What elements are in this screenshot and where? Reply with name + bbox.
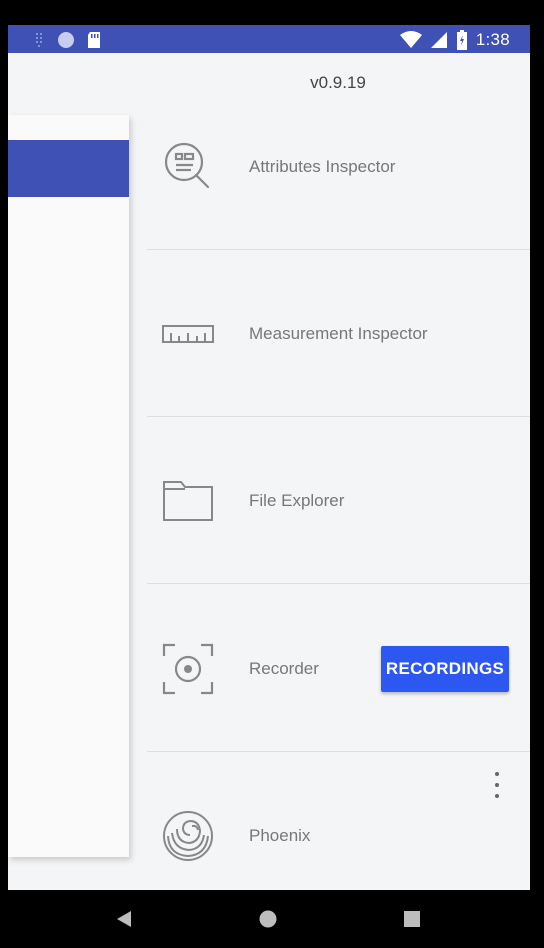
phoenix-icon: [161, 809, 215, 863]
record-icon: [161, 642, 215, 696]
menu-item-label: File Explorer: [249, 490, 345, 510]
back-icon[interactable]: [116, 910, 132, 928]
notification-dots-icon: [36, 33, 42, 47]
ruler-icon: [161, 307, 215, 361]
menu-item-measurement-inspector[interactable]: Measurement Inspector: [147, 250, 530, 417]
battery-icon: [456, 30, 467, 50]
circle-icon: [58, 32, 74, 48]
menu-item-label: Phoenix: [249, 825, 311, 845]
menu-item-file-explorer[interactable]: File Explorer: [147, 417, 530, 584]
menu-item-attributes-inspector[interactable]: Attributes Inspector: [147, 83, 530, 250]
selected-item-highlight[interactable]: [8, 140, 129, 197]
more-options-icon[interactable]: [487, 772, 507, 798]
menu-item-phoenix[interactable]: Phoenix: [147, 752, 530, 890]
cell-signal-icon: [430, 32, 447, 48]
status-time: 1:38: [475, 30, 510, 49]
menu-item-label: Recorder: [249, 658, 319, 678]
navigation-bar: [0, 890, 544, 948]
divider: [147, 583, 530, 584]
attributes-inspector-icon: [161, 140, 215, 194]
app-screen: 1:38 v0.9.19 Attributes Inspector Measur…: [8, 25, 530, 890]
menu-item-label: Measurement Inspector: [249, 323, 428, 343]
wifi-icon: [399, 31, 422, 48]
menu-item-label: Attributes Inspector: [249, 156, 396, 176]
sd-card-icon: [88, 32, 100, 48]
folder-icon: [161, 474, 215, 528]
recents-icon[interactable]: [404, 911, 420, 927]
home-icon[interactable]: [259, 910, 277, 928]
recordings-button[interactable]: RECORDINGS: [381, 645, 509, 692]
menu-item-recorder[interactable]: Recorder RECORDINGS: [147, 585, 530, 752]
left-drawer-panel[interactable]: [8, 115, 129, 857]
status-bar: 1:38: [8, 25, 530, 53]
